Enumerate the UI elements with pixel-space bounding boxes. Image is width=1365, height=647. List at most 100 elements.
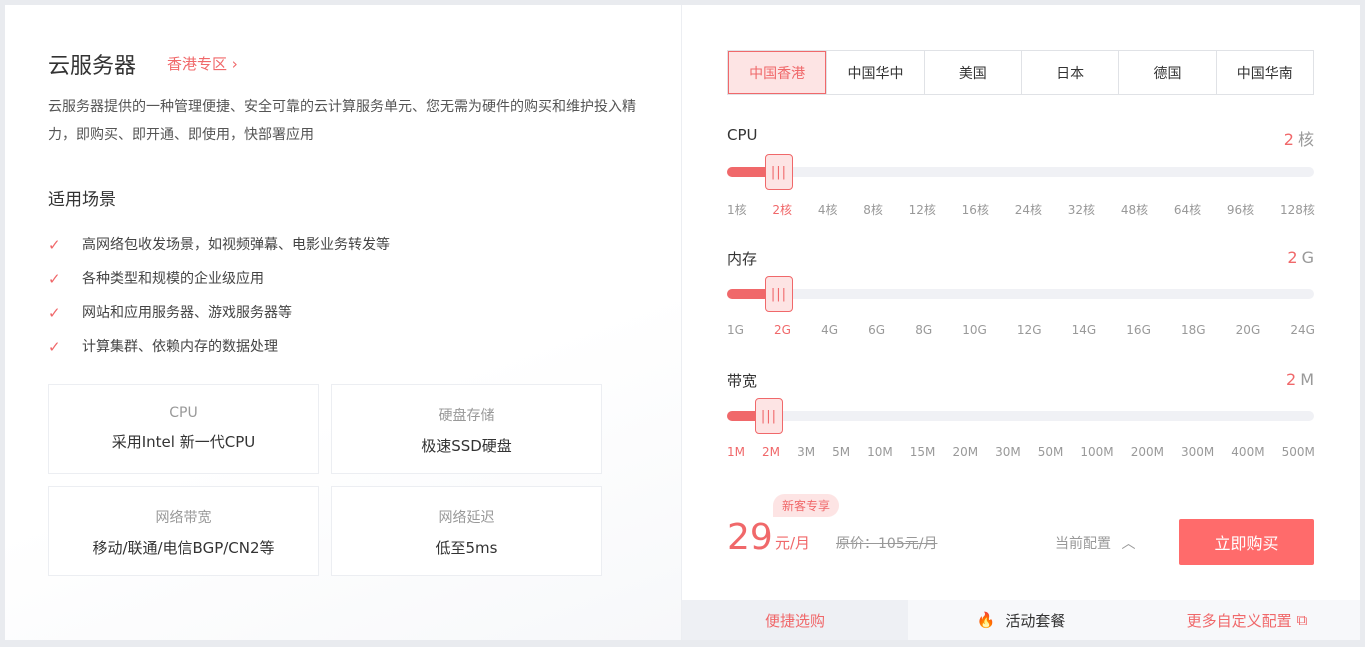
- bandwidth-label: 带宽: [727, 370, 757, 391]
- current-config-label: 当前配置: [1055, 536, 1111, 552]
- external-link-icon: ⧉: [1297, 611, 1308, 629]
- feature-box: 网络延迟低至5ms: [331, 486, 602, 576]
- feature-title: 网络延迟: [332, 507, 601, 527]
- memory-slider[interactable]: |||: [727, 289, 1314, 299]
- region-hongkong[interactable]: 中国香港: [728, 51, 826, 94]
- tick-label[interactable]: 8核: [863, 201, 883, 218]
- tick-label[interactable]: 20G: [1236, 323, 1261, 337]
- tab-custom-config[interactable]: 更多自定义配置⧉: [1134, 600, 1360, 640]
- tick-label[interactable]: 12核: [909, 201, 936, 218]
- feature-box: CPU 采用Intel 新一代CPU: [48, 384, 319, 474]
- region-japan[interactable]: 日本: [1021, 51, 1118, 94]
- tick-label[interactable]: 15M: [910, 445, 936, 459]
- list-item: ✓高网络包收发场景，如视频弹幕、电影业务转发等: [48, 227, 390, 261]
- list-item: ✓计算集群、依赖内存的数据处理: [48, 329, 390, 363]
- mem-num: 2: [1287, 248, 1297, 267]
- feature-box: 网络带宽移动/联通/电信BGP/CN2等: [48, 486, 319, 576]
- hk-link-label: 香港专区: [167, 55, 227, 73]
- feature-value: 移动/联通/电信BGP/CN2等: [49, 537, 318, 558]
- tab-promotions[interactable]: 🔥 活动套餐: [908, 600, 1134, 640]
- slider-handle[interactable]: |||: [755, 398, 783, 434]
- tick-label[interactable]: 400M: [1231, 445, 1264, 459]
- tick-label[interactable]: 10G: [962, 323, 987, 337]
- bw-num: 2: [1286, 370, 1296, 389]
- tick-label[interactable]: 32核: [1068, 201, 1095, 218]
- feature-box: 硬盘存储极速SSD硬盘: [331, 384, 602, 474]
- bw-unit: M: [1300, 370, 1314, 389]
- tick-label[interactable]: 200M: [1131, 445, 1164, 459]
- original-price: 原价：105元/月: [836, 533, 937, 553]
- cpu-slider[interactable]: |||: [727, 167, 1314, 177]
- tick-label[interactable]: 5M: [832, 445, 850, 459]
- tab-label: 活动套餐: [1005, 610, 1065, 631]
- tick-label[interactable]: 4核: [818, 201, 838, 218]
- region-usa[interactable]: 美国: [924, 51, 1021, 94]
- tick-label[interactable]: 12G: [1017, 323, 1042, 337]
- scenes-title: 适用场景: [48, 185, 116, 210]
- tick-label[interactable]: 100M: [1080, 445, 1113, 459]
- intro-panel: 云服务器 香港专区 › 云服务器提供的一种管理便捷、安全可靠的云计算服务单元、您…: [5, 5, 681, 640]
- hk-zone-link[interactable]: 香港专区 ›: [167, 53, 238, 74]
- buy-now-button[interactable]: 立即购买: [1179, 519, 1314, 565]
- feature-value: 采用Intel 新一代CPU: [49, 431, 318, 452]
- bandwidth-slider[interactable]: |||: [727, 411, 1314, 421]
- tick-label[interactable]: 50M: [1038, 445, 1064, 459]
- price-unit: 元/月: [775, 532, 810, 553]
- tick-label[interactable]: 4G: [821, 323, 838, 337]
- list-item: ✓各种类型和规模的企业级应用: [48, 261, 390, 295]
- cpu-label: CPU: [727, 126, 758, 144]
- chevron-up-icon: ︿: [1121, 536, 1135, 552]
- tick-label[interactable]: 3M: [797, 445, 815, 459]
- tick-label[interactable]: 24核: [1015, 201, 1042, 218]
- product-card: 云服务器 香港专区 › 云服务器提供的一种管理便捷、安全可靠的云计算服务单元、您…: [5, 5, 1360, 640]
- tick-label[interactable]: 14G: [1072, 323, 1097, 337]
- memory-label: 内存: [727, 248, 757, 269]
- cpu-ticks: 1核 2核 4核 8核 12核 16核 24核 32核 48核 64核 96核 128核: [727, 201, 1315, 218]
- tick-label[interactable]: 2核: [772, 201, 792, 218]
- cpu-unit: 核: [1298, 130, 1314, 149]
- feature-title: 硬盘存储: [332, 405, 601, 425]
- cpu-value: 2核: [1284, 126, 1314, 150]
- tick-label[interactable]: 300M: [1181, 445, 1214, 459]
- tick-label[interactable]: 24G: [1290, 323, 1315, 337]
- cpu-num: 2: [1284, 130, 1294, 149]
- tick-label[interactable]: 30M: [995, 445, 1021, 459]
- tick-label[interactable]: 16G: [1126, 323, 1151, 337]
- tick-label[interactable]: 500M: [1282, 445, 1315, 459]
- tick-label[interactable]: 2G: [774, 323, 791, 337]
- description: 云服务器提供的一种管理便捷、安全可靠的云计算服务单元、您无需为硬件的购买和维护投…: [48, 93, 648, 149]
- tick-label[interactable]: 48核: [1121, 201, 1148, 218]
- price-value: 29: [727, 517, 773, 558]
- tick-label[interactable]: 96核: [1227, 201, 1254, 218]
- tick-label[interactable]: 1G: [727, 323, 744, 337]
- tick-label[interactable]: 1核: [727, 201, 747, 218]
- feature-title: 网络带宽: [49, 507, 318, 527]
- region-south-china[interactable]: 中国华南: [1216, 51, 1313, 94]
- tick-label[interactable]: 10M: [867, 445, 893, 459]
- tick-label[interactable]: 18G: [1181, 323, 1206, 337]
- region-germany[interactable]: 德国: [1118, 51, 1215, 94]
- tick-label[interactable]: 20M: [952, 445, 978, 459]
- tick-label[interactable]: 8G: [915, 323, 932, 337]
- region-central-china[interactable]: 中国华中: [826, 51, 923, 94]
- current-config-toggle[interactable]: 当前配置 ︿: [1055, 533, 1135, 553]
- tick-label[interactable]: 6G: [868, 323, 885, 337]
- tick-label[interactable]: 2M: [762, 445, 780, 459]
- feature-title: CPU: [49, 405, 318, 421]
- scene-text: 高网络包收发场景，如视频弹幕、电影业务转发等: [82, 234, 390, 254]
- slider-handle[interactable]: |||: [765, 154, 793, 190]
- tab-quick-buy[interactable]: 便捷选购: [682, 600, 908, 640]
- mem-unit: G: [1302, 248, 1314, 267]
- bottom-tabs: 便捷选购 🔥 活动套餐 更多自定义配置⧉: [682, 600, 1360, 640]
- region-tabs: 中国香港 中国华中 美国 日本 德国 中国华南: [727, 50, 1314, 95]
- tick-label[interactable]: 16核: [962, 201, 989, 218]
- fire-icon: 🔥: [977, 611, 996, 629]
- bandwidth-value: 2M: [1286, 370, 1314, 389]
- slider-handle[interactable]: |||: [765, 276, 793, 312]
- new-customer-badge: 新客专享: [773, 494, 839, 517]
- check-icon: ✓: [48, 338, 64, 354]
- tick-label[interactable]: 1M: [727, 445, 745, 459]
- memory-ticks: 1G 2G 4G 6G 8G 10G 12G 14G 16G 18G 20G 24G: [727, 323, 1315, 337]
- tick-label[interactable]: 128核: [1280, 201, 1315, 218]
- tick-label[interactable]: 64核: [1174, 201, 1201, 218]
